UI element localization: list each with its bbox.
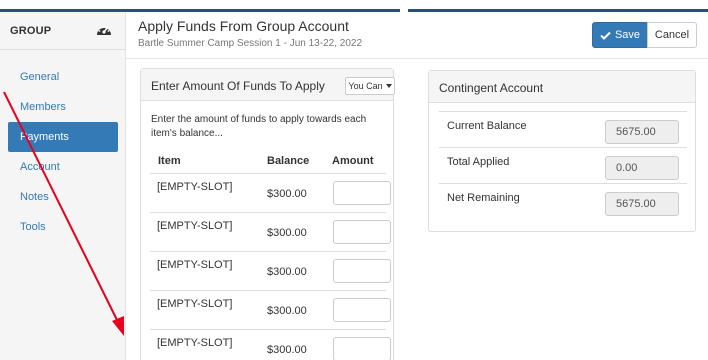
save-button[interactable]: Save xyxy=(592,22,648,48)
item-cell: [EMPTY-SLOT] xyxy=(157,259,233,271)
column-header-amount: Amount xyxy=(332,155,374,167)
top-bar-gap xyxy=(400,0,408,12)
table-row: [EMPTY-SLOT] $300.00 xyxy=(150,251,391,290)
main-content: Apply Funds From Group Account Bartle Su… xyxy=(126,12,708,360)
contingent-panel-title: Contingent Account xyxy=(439,81,544,95)
net-remaining-label: Net Remaining xyxy=(447,192,520,204)
page-title: Apply Funds From Group Account xyxy=(138,18,349,34)
funds-panel: Enter Amount Of Funds To Apply You Can E… xyxy=(140,68,395,360)
sidebar-title: GROUP xyxy=(10,25,52,37)
top-bar xyxy=(0,0,708,12)
amount-input[interactable] xyxy=(333,298,391,322)
balance-cell: $300.00 xyxy=(267,188,307,200)
column-header-balance: Balance xyxy=(267,155,310,167)
header-divider xyxy=(126,58,708,59)
item-cell: [EMPTY-SLOT] xyxy=(157,220,233,232)
total-applied-value: 0.00 xyxy=(605,156,679,180)
dashboard-icon[interactable] xyxy=(96,23,112,37)
sidebar-header: GROUP xyxy=(0,12,125,50)
amount-input[interactable] xyxy=(333,259,391,283)
table-row: [EMPTY-SLOT] $300.00 xyxy=(150,212,391,251)
net-remaining-row: Net Remaining 5675.00 xyxy=(439,183,687,219)
balance-cell: $300.00 xyxy=(267,344,307,356)
you-can-dropdown-label: You Can xyxy=(348,81,383,91)
table-row: [EMPTY-SLOT] $300.00 xyxy=(150,173,391,212)
balance-cell: $300.00 xyxy=(267,227,307,239)
sidebar-item-notes[interactable]: Notes xyxy=(0,182,126,212)
total-applied-row: Total Applied 0.00 xyxy=(439,147,687,183)
cancel-button[interactable]: Cancel xyxy=(647,22,697,48)
total-applied-label: Total Applied xyxy=(447,156,510,168)
amount-input[interactable] xyxy=(333,220,391,244)
contingent-panel-header: Contingent Account xyxy=(429,71,695,103)
item-cell: [EMPTY-SLOT] xyxy=(157,181,233,193)
you-can-dropdown[interactable]: You Can xyxy=(345,77,395,95)
balance-cell: $300.00 xyxy=(267,266,307,278)
amount-input[interactable] xyxy=(333,181,391,205)
caret-down-icon xyxy=(385,84,392,88)
sidebar: GROUP General Members Payments Account N… xyxy=(0,12,126,360)
funds-panel-title: Enter Amount Of Funds To Apply xyxy=(151,79,325,93)
table-row: [EMPTY-SLOT] $300.00 xyxy=(150,329,391,360)
net-remaining-value: 5675.00 xyxy=(605,192,679,216)
checkmark-icon xyxy=(600,31,611,40)
item-cell: [EMPTY-SLOT] xyxy=(157,337,233,349)
page-subtitle: Bartle Summer Camp Session 1 - Jun 13-22… xyxy=(138,38,362,49)
item-cell: [EMPTY-SLOT] xyxy=(157,298,233,310)
sidebar-item-payments[interactable]: Payments xyxy=(8,122,118,152)
sidebar-item-tools[interactable]: Tools xyxy=(0,212,126,242)
sidebar-item-members[interactable]: Members xyxy=(0,92,126,122)
table-row: [EMPTY-SLOT] $300.00 xyxy=(150,290,391,329)
funds-instructions: Enter the amount of funds to apply towar… xyxy=(151,114,367,139)
balance-cell: $300.00 xyxy=(267,305,307,317)
column-header-item: Item xyxy=(158,155,181,167)
sidebar-item-general[interactable]: General xyxy=(0,62,126,92)
contingent-account-panel: Contingent Account Current Balance 5675.… xyxy=(428,70,696,232)
current-balance-value: 5675.00 xyxy=(605,120,679,144)
save-button-label: Save xyxy=(614,29,641,41)
current-balance-label: Current Balance xyxy=(447,120,527,132)
sidebar-item-account[interactable]: Account xyxy=(0,152,126,182)
amount-input[interactable] xyxy=(333,337,391,360)
sidebar-nav: General Members Payments Account Notes T… xyxy=(0,62,126,242)
current-balance-row: Current Balance 5675.00 xyxy=(439,111,687,147)
